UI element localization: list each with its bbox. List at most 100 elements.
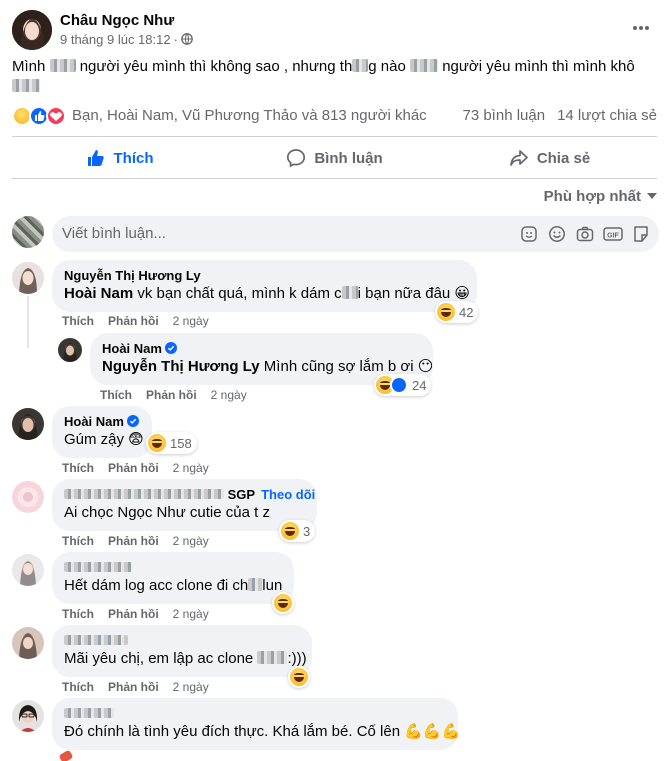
comment-text: Đó chính là tình yêu đích thực. Khá lắm …: [64, 723, 461, 740]
comment-bubble: Mãi yêu chị, em lập ac clone :))): [52, 625, 312, 677]
comment-like-button[interactable]: Thích: [62, 314, 94, 328]
comment-reactions[interactable]: 3: [279, 520, 316, 542]
commenter-avatar[interactable]: [12, 554, 44, 586]
blurred-text: [410, 59, 439, 72]
commenter-name-text[interactable]: Hoài Nam: [102, 341, 162, 356]
comment-like-button[interactable]: Thích: [62, 461, 94, 475]
more-options-icon[interactable]: [627, 14, 655, 42]
comment-reactions[interactable]: [272, 592, 294, 614]
haha-reaction-icon: [148, 434, 166, 452]
comment-reply-button[interactable]: Phản hồi: [108, 461, 159, 475]
commenter-avatar[interactable]: [58, 338, 82, 362]
comment-time[interactable]: 2 ngày: [173, 314, 209, 328]
follow-button[interactable]: Theo dõi: [261, 487, 315, 502]
comment-reply-button[interactable]: Phản hồi: [108, 607, 159, 621]
composer-tools: GIF: [519, 224, 651, 244]
sticker-icon[interactable]: [631, 224, 651, 244]
comment-text-part: vk bạn chất quá, mình k dám c: [133, 285, 342, 302]
commenter-name[interactable]: [64, 633, 300, 649]
commenter-avatar[interactable]: [12, 481, 44, 513]
comment-text-part: :))): [287, 650, 307, 667]
blurred-text: [257, 651, 288, 664]
comment-sort-dropdown[interactable]: Phù hợp nhất: [544, 188, 657, 205]
comment-reply-button[interactable]: Phản hồi: [108, 314, 159, 328]
comment-like-button[interactable]: Thích: [62, 607, 94, 621]
post-timestamp[interactable]: 9 tháng 9 lúc 18:12: [60, 32, 171, 47]
verified-badge-icon: [164, 342, 177, 354]
like-button[interactable]: Thích: [12, 138, 227, 178]
comment-reactions[interactable]: 158: [146, 432, 197, 454]
commenter-avatar[interactable]: [12, 408, 44, 440]
comment-actions: Thích Phản hồi 2 ngày: [62, 461, 223, 475]
comment-actions: Thích Phản hồi 2 ngày: [100, 388, 261, 402]
commenter-name[interactable]: [64, 706, 446, 722]
thumbs-up-icon: [87, 150, 104, 166]
current-user-avatar[interactable]: [12, 216, 44, 248]
comment-reactions[interactable]: 24: [374, 374, 432, 396]
comment-reactions[interactable]: 42: [435, 301, 479, 323]
love-reaction-icon: [46, 106, 66, 126]
gif-icon[interactable]: GIF: [603, 224, 623, 244]
comment-time[interactable]: 2 ngày: [173, 534, 209, 548]
commenter-name[interactable]: [64, 560, 282, 576]
post-author-name[interactable]: Châu Ngọc Như: [60, 12, 174, 29]
verified-badge-icon: [126, 415, 139, 427]
share-button[interactable]: Chia sẻ: [442, 138, 657, 178]
haha-reaction-icon: [281, 522, 299, 540]
comment-time[interactable]: 2 ngày: [173, 680, 209, 694]
comment-count[interactable]: 73 bình luận: [462, 107, 545, 124]
comment-time[interactable]: 2 ngày: [173, 607, 209, 621]
commenter-name: SGP Theo dõi: [64, 487, 315, 503]
commenter-name: Hoài Nam: [102, 341, 421, 357]
blurred-text: [12, 79, 40, 92]
reaction-names[interactable]: Bạn, Hoài Nam, Vũ Phương Thảo và 813 ngư…: [72, 107, 427, 124]
comment-actions: Thích Phản hồi 2 ngày: [62, 534, 223, 548]
comment-time[interactable]: 2 ngày: [173, 461, 209, 475]
blurred-name: [64, 708, 114, 718]
comment-reply-button[interactable]: Phản hồi: [108, 680, 159, 694]
commenter-name-text[interactable]: SGP: [228, 487, 255, 502]
mention-tag[interactable]: Hoài Nam: [64, 285, 133, 302]
share-icon: [509, 150, 528, 166]
avatar-sticker-icon[interactable]: [519, 224, 539, 244]
commenter-name-text[interactable]: Hoài Nam: [64, 414, 124, 429]
comment-reply-button[interactable]: Phản hồi: [108, 534, 159, 548]
comment-text: Nguyễn Thị Hương Ly Mình cũng sợ lắm b ơ…: [102, 357, 433, 377]
comment-like-button[interactable]: Thích: [100, 388, 132, 402]
reaction-icons[interactable]: [12, 106, 70, 126]
comment-time[interactable]: 2 ngày: [211, 388, 247, 402]
caret-down-icon: [647, 193, 657, 199]
comment-text-part: Mãi yêu chị, em lập ac clone: [64, 650, 254, 667]
commenter-avatar[interactable]: [12, 700, 44, 732]
comment-actions: Thích Phản hồi 2 ngày: [62, 314, 223, 328]
comment-actions: Thích Phản hồi 2 ngày: [62, 607, 223, 621]
blurred-text: [341, 286, 358, 299]
comment-bubble: SGP Theo dõi Ai chọc Ngọc Như cutie của t…: [52, 479, 317, 531]
comment-button[interactable]: Bình luận: [227, 138, 442, 178]
post-stats: 73 bình luận 14 lượt chia sẻ: [462, 107, 657, 124]
comment-label: Bình luận: [314, 149, 383, 167]
post-text-part: người yêu mình thì không sao , nhưng th: [79, 58, 353, 75]
comment-reactions[interactable]: [288, 666, 310, 688]
comment-reply-button[interactable]: Phản hồi: [146, 388, 197, 402]
author-avatar[interactable]: [12, 10, 52, 50]
camera-icon[interactable]: [575, 224, 595, 244]
emoji-icon[interactable]: [547, 224, 567, 244]
comment-like-button[interactable]: Thích: [62, 534, 94, 548]
share-count[interactable]: 14 lượt chia sẻ: [557, 107, 657, 124]
globe-icon: [181, 33, 193, 45]
comment-input-placeholder[interactable]: Viết bình luận...: [62, 225, 166, 242]
mention-tag[interactable]: Nguyễn Thị Hương Ly: [102, 358, 260, 375]
commenter-avatar[interactable]: [12, 262, 44, 294]
comment-composer[interactable]: Viết bình luận... GIF: [52, 216, 659, 252]
commenter-name[interactable]: Nguyễn Thị Hương Ly: [64, 268, 465, 284]
haha-reaction-icon: [274, 594, 292, 612]
comment-bubble: Nguyễn Thị Hương Ly Hoài Nam vk bạn chất…: [52, 260, 477, 312]
post-meta: 9 tháng 9 lúc 18:12 ·: [60, 32, 193, 47]
reaction-peek: [58, 749, 74, 761]
comment-like-button[interactable]: Thích: [62, 680, 94, 694]
like-reaction-icon: [390, 376, 408, 394]
commenter-avatar[interactable]: [12, 627, 44, 659]
blurred-name: [64, 489, 224, 499]
comment-text: Mãi yêu chị, em lập ac clone :))): [64, 649, 307, 669]
